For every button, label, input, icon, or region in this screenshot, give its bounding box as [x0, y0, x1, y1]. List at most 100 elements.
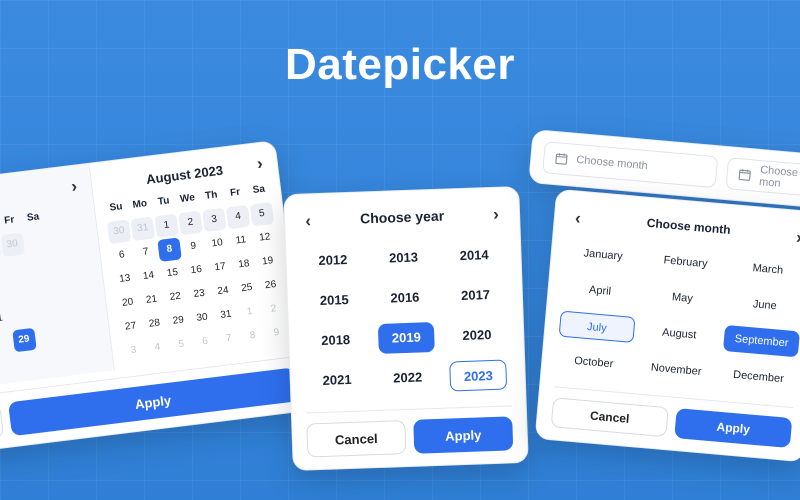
day-cell[interactable]: 4 [145, 336, 170, 361]
day-cell[interactable]: 21 [0, 307, 10, 332]
year-option[interactable]: 2018 [307, 324, 365, 356]
month-option[interactable]: March [730, 253, 800, 285]
apply-button[interactable]: Apply [674, 408, 792, 448]
weekday-label: We [175, 187, 200, 212]
day-cell[interactable]: 29 [166, 309, 191, 334]
day-cell[interactable]: 5 [250, 202, 275, 227]
choose-month-input[interactable]: Choose month [542, 141, 718, 188]
day-cell[interactable] [0, 331, 12, 356]
year-option[interactable]: 2012 [304, 245, 362, 277]
month-option[interactable]: November [638, 354, 715, 386]
chevron-right-icon[interactable]: › [250, 154, 270, 174]
day-cell[interactable]: 21 [139, 288, 164, 313]
day-cell[interactable]: 23 [187, 282, 212, 307]
day-cell[interactable] [30, 277, 55, 302]
day-cell[interactable]: 9 [181, 234, 206, 259]
day-cell[interactable]: 14 [136, 264, 161, 289]
day-cell[interactable]: 25 [235, 276, 260, 301]
month-option[interactable]: July [559, 311, 636, 343]
day-cell-selected[interactable]: 8 [157, 237, 182, 262]
day-cell[interactable]: 16 [184, 258, 209, 283]
year-option[interactable]: 2017 [447, 280, 505, 312]
chevron-left-icon[interactable]: ‹ [568, 209, 588, 229]
day-cell[interactable]: 22 [163, 285, 188, 310]
month-option[interactable]: August [641, 318, 718, 350]
cancel-button[interactable]: Cancel [551, 397, 669, 437]
choose-month-input[interactable]: Choose mon [725, 157, 800, 197]
chevron-right-icon[interactable]: › [789, 228, 800, 248]
day-cell[interactable]: 11 [229, 229, 254, 254]
month-option[interactable]: April [562, 275, 639, 307]
calendar-right-pane: August 2023 › SuMoTuWeThFrSa303112345678… [90, 141, 300, 370]
day-cell[interactable]: 1 [154, 214, 179, 239]
month-option[interactable]: December [720, 361, 797, 393]
year-option[interactable]: 2015 [305, 285, 363, 317]
day-cell[interactable]: 5 [169, 333, 194, 358]
day-cell[interactable]: 28 [142, 312, 167, 337]
year-option[interactable]: 2023 [450, 360, 508, 392]
day-cell[interactable] [33, 301, 58, 326]
calendar-card: › h Fr Sa 29 30 21 29 August 2023 › [0, 140, 308, 455]
day-cell[interactable]: 1 [238, 300, 263, 325]
day-cell[interactable]: 24 [211, 279, 236, 304]
day-cell[interactable]: 13 [113, 267, 138, 292]
day-cell[interactable]: 2 [178, 211, 203, 236]
day-cell[interactable]: 9 [264, 321, 289, 346]
day-cell[interactable]: 19 [256, 250, 281, 275]
day-cell[interactable]: 17 [208, 255, 233, 280]
month-option[interactable]: January [565, 239, 642, 271]
month-option[interactable]: February [647, 246, 724, 278]
day-cell[interactable] [3, 256, 28, 281]
apply-button[interactable]: Apply [413, 416, 513, 453]
year-picker-card: ‹ Choose year › 201220132014201520162017… [283, 186, 529, 471]
day-cell[interactable]: 3 [121, 339, 146, 364]
day-cell[interactable]: 31 [131, 217, 156, 242]
year-option[interactable]: 2022 [379, 362, 437, 394]
day-cell[interactable]: 31 [214, 303, 239, 328]
chevron-right-icon[interactable]: › [487, 205, 506, 224]
day-cell[interactable]: 26 [258, 273, 283, 298]
cancel-button[interactable]: Cancel [306, 420, 406, 457]
day-cell[interactable]: 12 [253, 226, 278, 251]
day-cell[interactable]: 30 [0, 233, 25, 258]
day-cell[interactable] [6, 280, 31, 305]
day-cell[interactable]: 7 [133, 240, 158, 265]
clear-button[interactable]: ear [0, 403, 4, 442]
day-cell[interactable]: 3 [202, 208, 227, 233]
year-option[interactable]: 2021 [308, 364, 366, 396]
day-cell[interactable]: 10 [205, 232, 230, 257]
month-option[interactable]: October [555, 346, 632, 378]
day-cell[interactable]: 20 [116, 291, 141, 316]
day-cell[interactable] [27, 253, 52, 278]
day-cell[interactable]: 18 [232, 252, 257, 277]
day-cell[interactable]: 15 [160, 261, 185, 286]
year-option[interactable]: 2019 [377, 322, 435, 354]
day-cell[interactable]: 2 [261, 297, 286, 322]
day-cell-selected[interactable]: 29 [12, 328, 37, 353]
day-cell[interactable] [36, 325, 61, 350]
year-option[interactable]: 2020 [448, 320, 506, 352]
day-cell[interactable]: 6 [193, 330, 218, 355]
input-placeholder: Choose mon [759, 164, 800, 192]
calendar-icon [737, 167, 752, 182]
page-title: Datepicker [0, 40, 800, 90]
month-option[interactable]: May [644, 282, 721, 314]
day-cell[interactable] [24, 230, 49, 255]
day-cell[interactable]: 27 [118, 315, 143, 340]
day-cell[interactable]: 8 [240, 324, 265, 349]
day-cell[interactable] [9, 304, 34, 329]
day-cell[interactable]: 6 [110, 243, 135, 268]
month-option[interactable]: September [723, 325, 800, 357]
day-cell[interactable]: 4 [226, 205, 251, 230]
day-cell[interactable]: 30 [190, 306, 215, 331]
chevron-right-icon[interactable]: › [64, 177, 84, 197]
chevron-left-icon[interactable]: ‹ [299, 212, 318, 231]
month-option[interactable]: June [726, 289, 800, 321]
year-option[interactable]: 2014 [445, 240, 503, 272]
year-option[interactable]: 2013 [375, 242, 433, 274]
day-cell[interactable]: 7 [217, 327, 242, 352]
year-option[interactable]: 2016 [376, 282, 434, 314]
day-cell[interactable] [0, 283, 7, 308]
weekday-label: Fr [0, 209, 22, 234]
day-cell[interactable]: 30 [107, 219, 132, 244]
